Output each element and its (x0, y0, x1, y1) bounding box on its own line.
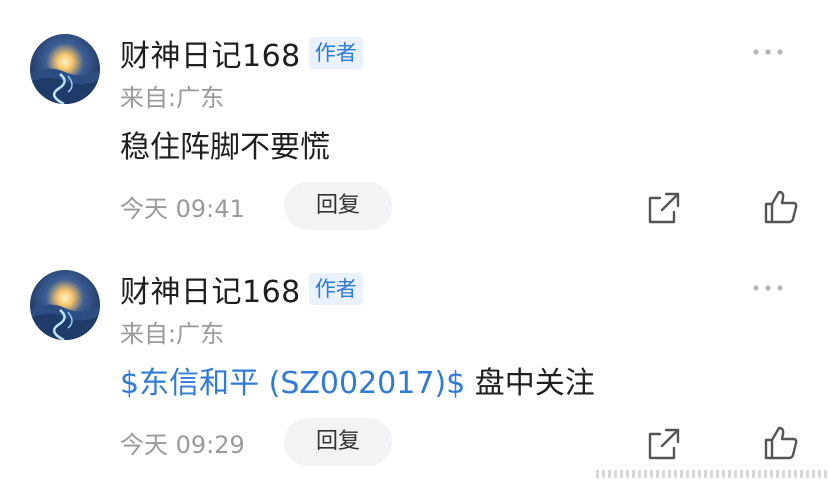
share-icon[interactable] (646, 426, 682, 462)
name-row: 财神日记168 作者 (120, 267, 363, 311)
comment-text: 稳住阵脚不要慌 (120, 130, 330, 165)
more-dots-icon[interactable] (748, 40, 788, 64)
comment-body: $东信和平 (SZ002017)$ 盘中关注 (120, 358, 595, 402)
author-badge: 作者 (308, 37, 363, 69)
avatar[interactable] (30, 270, 100, 340)
home-indicator (596, 470, 828, 478)
reply-button[interactable]: 回复 (284, 418, 392, 466)
avatar[interactable] (30, 34, 100, 104)
more-dots-icon[interactable] (748, 276, 788, 300)
username[interactable]: 财神日记168 (120, 31, 301, 75)
meta-row: 今天 09:41 回复 (120, 182, 392, 230)
location-text: 来自:广东 (120, 84, 225, 112)
username[interactable]: 财神日记168 (120, 267, 301, 311)
thumbs-up-icon[interactable] (762, 188, 800, 226)
comment-item: 财神日记168 作者 来自:广东 $东信和平 (SZ002017)$ 盘中关注 … (0, 236, 828, 476)
name-row: 财神日记168 作者 (120, 31, 363, 75)
comment-body: 稳住阵脚不要慌 (120, 122, 330, 166)
timestamp: 今天 09:29 (120, 430, 245, 459)
comment-item: 财神日记168 作者 来自:广东 稳住阵脚不要慌 今天 09:41 回复 (0, 0, 828, 240)
stock-link[interactable]: $东信和平 (SZ002017)$ (120, 366, 465, 401)
share-icon[interactable] (646, 190, 682, 226)
meta-row: 今天 09:29 回复 (120, 418, 392, 466)
thumbs-up-icon[interactable] (762, 424, 800, 462)
avatar-image (30, 270, 100, 340)
reply-button[interactable]: 回复 (284, 182, 392, 230)
location-text: 来自:广东 (120, 320, 225, 348)
avatar-image (30, 34, 100, 104)
author-badge: 作者 (308, 273, 363, 305)
timestamp: 今天 09:41 (120, 194, 245, 223)
comment-text: 盘中关注 (465, 366, 595, 401)
